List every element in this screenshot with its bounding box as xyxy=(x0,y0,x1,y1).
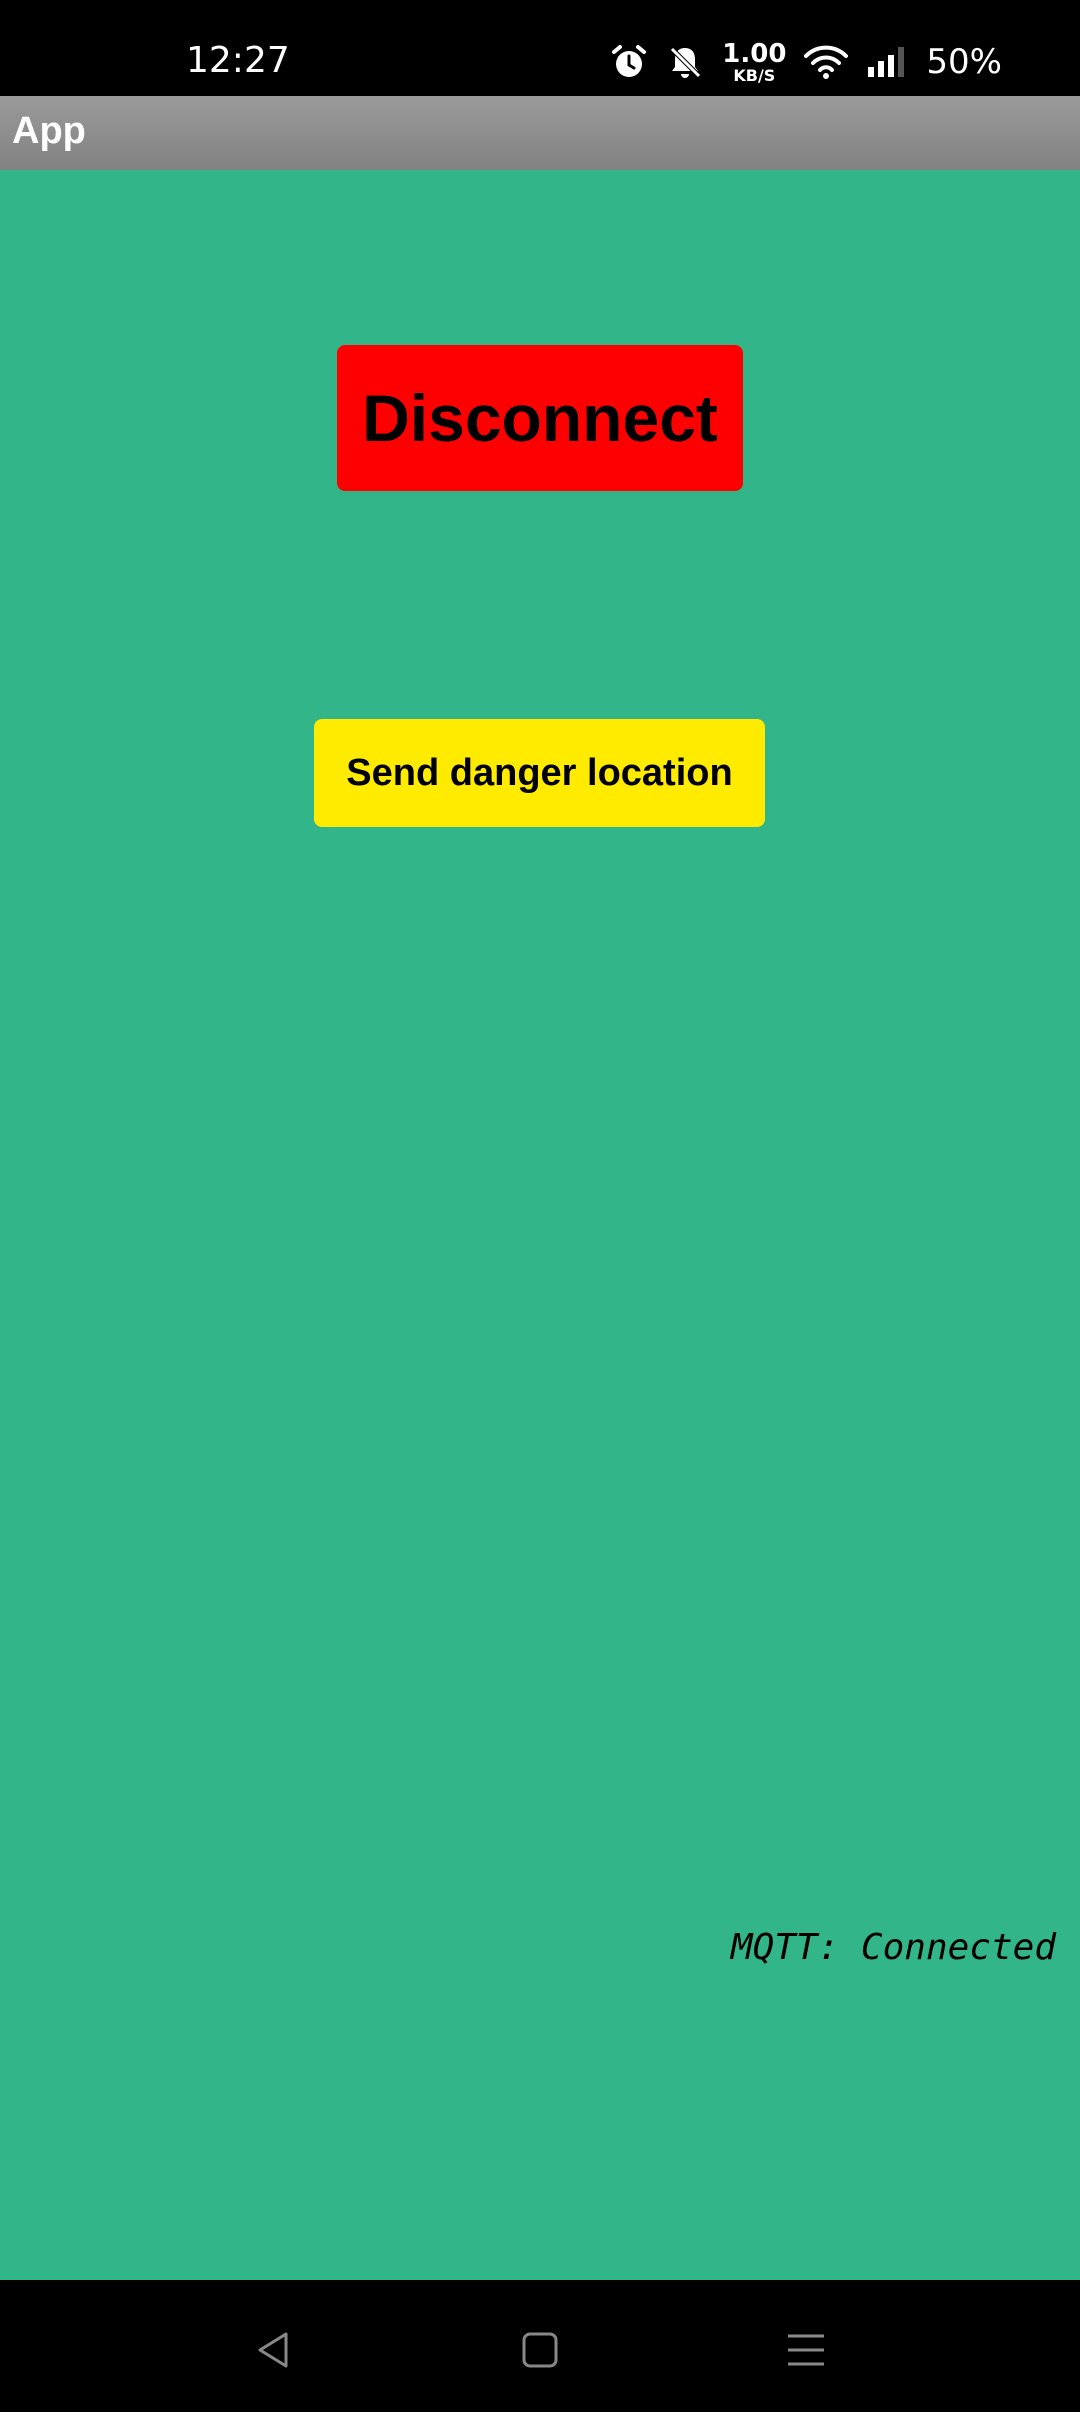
phone-screen: 12:27 1.00 KB/S 50% App Disconnect Send … xyxy=(0,0,1080,2412)
navigation-bar xyxy=(0,2280,1080,2412)
battery-percent: 50% xyxy=(926,42,1002,82)
status-time: 12:27 xyxy=(186,40,290,81)
net-speed-unit: KB/S xyxy=(733,65,776,85)
status-bar: 12:27 1.00 KB/S 50% xyxy=(0,0,1080,96)
home-icon[interactable] xyxy=(510,2320,570,2380)
back-icon[interactable] xyxy=(244,2320,304,2380)
signal-icon xyxy=(866,45,908,79)
send-danger-location-button[interactable]: Send danger location xyxy=(314,719,765,827)
alarm-icon xyxy=(610,43,648,81)
app-bar: App xyxy=(0,96,1080,170)
net-speed-value: 1.00 xyxy=(722,38,787,69)
wifi-icon xyxy=(804,44,849,80)
mqtt-status-text: MQTT: Connected xyxy=(730,1927,1056,1968)
recents-icon[interactable] xyxy=(776,2320,836,2380)
disconnect-button[interactable]: Disconnect xyxy=(337,345,743,491)
bell-muted-icon xyxy=(666,43,704,81)
main-content: Disconnect Send danger location MQTT: Co… xyxy=(0,170,1080,2280)
net-speed: 1.00 KB/S xyxy=(722,41,786,84)
status-icons: 1.00 KB/S 50% xyxy=(610,38,1002,86)
app-title: App xyxy=(12,110,86,152)
